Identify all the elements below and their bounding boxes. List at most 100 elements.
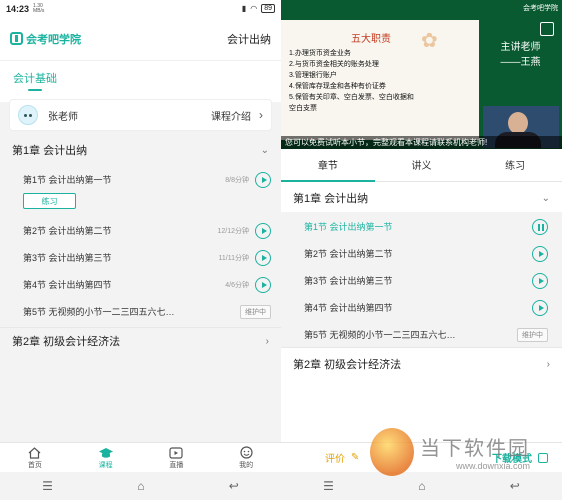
practice-button[interactable]: 练习 — [23, 193, 76, 209]
status-bar: 14:23 1.30 MB/s ▮ ◠ 89 — [0, 0, 281, 17]
lesson-duration: 8/8分钟 — [225, 176, 249, 184]
nav-mine[interactable]: 我的 — [239, 446, 253, 470]
lesson-item-current[interactable]: 第1节 会计出纳第一节 — [281, 213, 562, 240]
course-list-screen: 14:23 1.30 MB/s ▮ ◠ 89 会考吧学院 会计出纳 会计基础 张老… — [0, 0, 281, 500]
play-icon[interactable] — [532, 272, 548, 289]
slide-decoration: ✿ — [421, 28, 438, 52]
back-icon[interactable]: ↩ — [510, 479, 520, 493]
chapter-title: 第2章 初级会计经济法 — [293, 359, 402, 371]
slide-title: 五大职责 — [351, 34, 391, 45]
system-nav-bar: ☰ ⌂ ↩ — [0, 472, 281, 500]
lesson-item[interactable]: 第5节 无视频的小节一二三四五六七… 维护中 — [281, 321, 562, 348]
rate-button[interactable]: 评价 — [325, 450, 345, 465]
tab-accounting-basics[interactable]: 会计基础 — [13, 70, 57, 91]
nav-label: 课程 — [98, 461, 113, 469]
lesson-title: 第5节 无视频的小节一二三四五六七… — [304, 330, 456, 340]
menu-icon[interactable]: ☰ — [323, 479, 334, 493]
home-button-icon[interactable]: ⌂ — [137, 479, 144, 493]
watermark-name: 当下软件园 — [420, 438, 530, 460]
play-icon[interactable] — [532, 299, 548, 316]
play-icon[interactable] — [255, 249, 271, 266]
slide-text: 1.办理货币资金业务 2.与货币资金相关的账务处理 3.管理银行账户 4.保管库… — [289, 50, 414, 112]
net-speed: 1.30 MB/s — [33, 2, 45, 14]
pause-icon[interactable] — [532, 218, 548, 235]
lesson-title: 第4节 会计出纳第四节 — [304, 303, 393, 313]
home-button-icon[interactable]: ⌂ — [418, 479, 425, 493]
lesson-item[interactable]: 第4节 会计出纳第四节 — [281, 294, 562, 321]
course-title: 会计出纳 — [227, 33, 271, 46]
lesson-title: 第3节 会计出纳第三节 — [304, 276, 393, 286]
chevron-down-icon: ⌄ — [260, 144, 269, 156]
chevron-right-icon: › — [546, 358, 550, 370]
nav-label: 直播 — [169, 461, 184, 469]
watermark-url: www.downxia.com — [456, 461, 531, 471]
play-icon[interactable] — [532, 245, 548, 262]
lesson-player-screen: 五大职责 ✿ 1.办理货币资金业务 2.与货币资金相关的账务处理 3.管理银行账… — [281, 0, 562, 500]
teacher-label: 主讲老师 ——王燕 — [500, 42, 541, 68]
teacher-name: 张老师 — [48, 111, 78, 123]
maintenance-badge: 维护中 — [240, 304, 271, 319]
course-intro-link[interactable]: 课程介绍 — [211, 108, 251, 123]
lesson-item[interactable]: 第3节 会计出纳第三节 11/11分钟 — [0, 244, 281, 271]
lesson-item[interactable]: 第1节 会计出纳第一节 8/8分钟 — [0, 166, 281, 193]
site-watermark: 当下软件园 www.downxia.com — [370, 428, 560, 478]
watermark-logo-icon — [370, 428, 414, 476]
fullscreen-icon[interactable] — [540, 22, 554, 36]
play-icon[interactable] — [255, 171, 271, 188]
edit-icon[interactable]: ✎ — [351, 452, 359, 463]
lesson-item[interactable]: 第2节 会计出纳第二节 — [281, 240, 562, 267]
nav-home[interactable]: 首页 — [28, 446, 42, 470]
graduation-cap-icon — [98, 446, 114, 460]
bottom-nav: 首页 课程 直播 我的 — [0, 442, 281, 472]
nav-label: 我的 — [239, 461, 254, 469]
nav-label: 首页 — [27, 461, 42, 469]
brand-logo-icon — [10, 32, 23, 45]
lesson-duration: 11/11分钟 — [218, 254, 249, 262]
video-player[interactable]: 五大职责 ✿ 1.办理货币资金业务 2.与货币资金相关的账务处理 3.管理银行账… — [281, 0, 562, 149]
home-icon — [28, 446, 41, 460]
teacher-card[interactable]: 张老师 课程介绍 › — [9, 99, 272, 131]
lesson-duration: 4/6分钟 — [225, 281, 249, 289]
lesson-title: 第3节 会计出纳第三节 — [23, 253, 112, 263]
chapter-title: 第1章 会计出纳 — [12, 145, 88, 157]
lesson-item[interactable]: 第2节 会计出纳第二节 12/12分钟 — [0, 217, 281, 244]
lesson-item[interactable]: 第5节 无视频的小节一二三四五六七… 维护中 — [0, 298, 281, 325]
play-icon[interactable] — [255, 276, 271, 293]
lesson-item[interactable]: 第3节 会计出纳第三节 — [281, 267, 562, 294]
lesson-duration: 12/12分钟 — [217, 227, 249, 235]
chapter-header[interactable]: 第2章 初级会计经济法 › — [0, 328, 281, 354]
tab-handouts[interactable]: 讲义 — [375, 154, 469, 181]
signal-icon: ▮ — [241, 4, 247, 13]
chevron-down-icon: ⌄ — [541, 192, 550, 204]
lesson-title: 第1节 会计出纳第一节 — [304, 222, 393, 232]
divider — [281, 347, 562, 348]
lesson-title: 第5节 无视频的小节一二三四五六七… — [23, 307, 175, 317]
back-icon[interactable]: ↩ — [229, 479, 239, 493]
tab-exercises[interactable]: 练习 — [468, 154, 562, 181]
lesson-tabs: 章节 讲义 练习 — [281, 154, 562, 182]
lesson-title: 第1节 会计出纳第一节 — [23, 175, 112, 185]
lesson-item[interactable]: 第4节 会计出纳第四节 4/6分钟 — [0, 271, 281, 298]
video-slide: 五大职责 ✿ 1.办理货币资金业务 2.与货币资金相关的账务处理 3.管理银行账… — [281, 20, 479, 140]
status-time: 14:23 — [6, 3, 30, 14]
lesson-title: 第2节 会计出纳第二节 — [304, 249, 393, 259]
nav-courses[interactable]: 课程 — [98, 446, 114, 470]
course-tabs: 会计基础 — [0, 60, 281, 102]
battery-icon: 89 — [261, 4, 275, 13]
tab-chapters[interactable]: 章节 — [281, 154, 375, 182]
wifi-icon: ◠ — [250, 4, 258, 13]
menu-icon[interactable]: ☰ — [42, 479, 53, 493]
live-icon — [169, 446, 183, 460]
play-icon[interactable] — [255, 222, 271, 239]
nav-live[interactable]: 直播 — [169, 446, 183, 470]
chevron-right-icon: › — [265, 335, 269, 347]
smile-icon — [240, 446, 253, 460]
chapter-title: 第2章 初级会计经济法 — [12, 336, 121, 348]
video-logo: 会考吧学院 — [523, 5, 558, 12]
chapter-header[interactable]: 第2章 初级会计经济法 › — [281, 351, 562, 377]
chapter-header[interactable]: 第1章 会计出纳 ⌄ — [281, 185, 562, 211]
teacher-avatar — [18, 105, 38, 125]
app-header: 会考吧学院 会计出纳 — [0, 17, 281, 60]
chapter-header[interactable]: 第1章 会计出纳 ⌄ — [0, 137, 281, 163]
chevron-right-icon: › — [259, 108, 263, 122]
